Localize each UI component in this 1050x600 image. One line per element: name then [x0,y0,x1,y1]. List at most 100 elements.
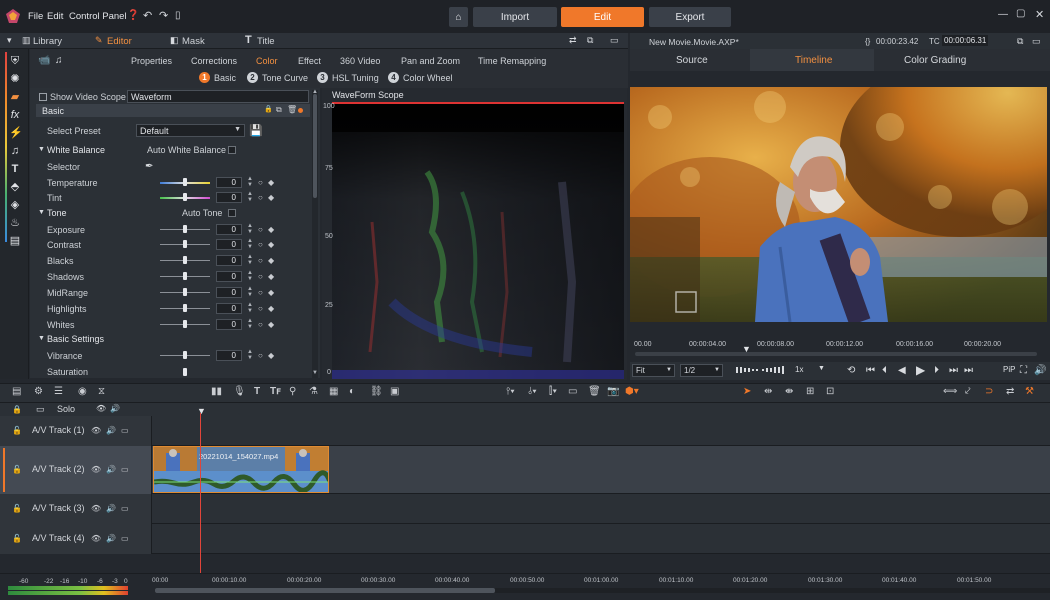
highlights-knob[interactable] [183,304,187,312]
temperature-knob[interactable] [183,178,187,186]
marker-tool-icon[interactable]: ⚲ [289,386,296,397]
magic-icon[interactable]: ⚒ [1025,386,1034,397]
menu-file[interactable]: File [28,11,43,22]
pointer-tool-icon[interactable]: ➤ [743,386,751,397]
edit-button[interactable]: Edit [561,7,644,27]
keyframe-icon[interactable]: ◆ [268,256,274,265]
collapse-icon[interactable]: ▾ [7,35,12,46]
track-monitor-icon[interactable]: ▭ [121,465,129,474]
keyframe-icon[interactable]: ◆ [268,351,274,360]
folder-icon[interactable]: ▭ [36,404,45,415]
snapshot-icon[interactable]: 📷 [607,386,619,397]
track-lock-icon[interactable]: 🔓 [12,465,22,474]
slip-tool-icon[interactable]: ⇹ [764,386,772,397]
storyboard-icon[interactable]: ▭ [568,386,577,397]
fullscreen-icon[interactable]: ⛶ [1020,365,1027,376]
whites-value[interactable]: 0 [216,319,242,330]
subtitle-tool-icon[interactable]: ▦ [329,386,338,397]
go-end-icon[interactable]: ⏭ [964,365,973,376]
fx-icon[interactable]: fx [9,109,21,121]
shadows-knob[interactable] [183,272,187,280]
swap-icon[interactable]: ⇄ [569,35,577,46]
scope-mode-select[interactable]: Waveform [127,90,309,103]
loop-icon[interactable]: ⟲ [847,365,855,376]
lock-icon[interactable]: 🔒 [264,105,273,113]
stepper-icon[interactable]: ▲ ▼ [247,349,253,361]
keyframe-icon[interactable]: ◆ [268,240,274,249]
pip-label[interactable]: PiP [1003,365,1015,374]
color-tool-icon[interactable]: ◐ [349,386,355,397]
subtab-color-wheel[interactable]: Color Wheel [403,73,453,83]
timeline-hscroll-thumb[interactable] [155,588,495,593]
video-clip[interactable]: 20221014_154027.mp4 [153,446,329,493]
keyframe-icon[interactable]: ◆ [268,178,274,187]
help-icon[interactable]: ❓ [127,10,139,21]
subtab-hsl-tuning[interactable]: HSL Tuning [332,73,379,83]
reset-icon[interactable]: ○ [258,225,263,234]
track-menu-icon[interactable]: ☰ [54,386,63,397]
track-visibility-icon[interactable]: 👁 [91,465,101,474]
contrast-knob[interactable] [183,240,187,248]
show-scope-checkbox[interactable] [39,93,47,101]
effects-icon[interactable]: ✺ [9,73,21,85]
popout-icon[interactable]: ⧉ [587,35,593,46]
menu-control-panel[interactable]: Control Panel [69,11,127,22]
reset-icon[interactable]: ○ [258,193,263,202]
reset-icon[interactable]: ○ [258,351,263,360]
forward-icon[interactable]: ⏭ [949,365,958,376]
trim-icon[interactable]: ⫿▾ [549,386,557,397]
track-lock-icon[interactable]: 🔓 [12,426,22,435]
collapse-white-balance-icon[interactable]: ▼ [38,146,45,153]
magnet-icon[interactable]: ⤦ [965,386,971,397]
stepper-icon[interactable]: ▲ ▼ [247,270,253,282]
vibrance-knob[interactable] [183,351,187,359]
subtab-tone-curve[interactable]: Tone Curve [262,73,308,83]
link-icon[interactable]: ⛓ [370,386,383,397]
keyframe-icon[interactable]: ◆ [268,272,274,281]
multicam-icon[interactable]: ▣ [390,386,399,397]
collapse-basic-settings-icon[interactable]: ▼ [38,335,45,342]
music-icon[interactable]: ♫ [9,145,21,157]
auto-tone-checkbox[interactable] [228,209,236,217]
tint-knob[interactable] [183,193,187,201]
preview-playhead-icon[interactable]: ▼ [742,344,751,354]
zoom-fit-icon[interactable]: ⟺ [943,386,957,397]
crop-tool-icon[interactable]: ⊞ [806,386,814,397]
roll-tool-icon[interactable]: ⇼ [785,386,793,397]
track-monitor-icon[interactable]: ▭ [121,534,129,543]
track-visibility-icon[interactable]: 👁 [91,426,101,435]
highlights-value[interactable]: 0 [216,303,242,314]
media-icon[interactable]: ⛨ [9,55,21,67]
subtab-basic[interactable]: Basic [214,73,236,83]
tab-library[interactable]: Library [33,36,62,47]
reset-icon[interactable]: ○ [258,256,263,265]
stepper-icon[interactable]: ▲ ▼ [247,223,253,235]
overlay-icon[interactable]: ⬘ [9,181,21,193]
document-icon[interactable]: ▯ [175,10,181,21]
audio-mixer-icon[interactable]: ▮▮ [211,386,222,397]
tab-source[interactable]: Source [676,55,708,66]
speed-value[interactable]: 1x [795,365,803,374]
visibility-all-icon[interactable]: 👁 [96,404,106,413]
tab-effect[interactable]: Effect [298,56,321,66]
save-preset-icon[interactable]: 💾 [249,124,263,137]
track-row[interactable] [0,494,1050,524]
tab-time-remapping[interactable]: Time Remapping [478,56,546,66]
preset-select[interactable]: Default ▼ [136,124,245,137]
panel-scrollbar[interactable] [312,90,318,378]
saturation-knob[interactable] [183,368,187,376]
video-preview[interactable] [630,87,1047,322]
reset-icon[interactable]: ○ [258,304,263,313]
blacks-knob[interactable] [183,256,187,264]
track-lock-icon[interactable]: 🔓 [12,534,22,543]
ripple-edit-icon[interactable]: ⊃ [985,386,993,397]
popout-preview-icon[interactable]: ⧉ [1017,36,1023,47]
tab-editor[interactable]: Editor [107,36,132,47]
track-lock-icon[interactable]: 🔓 [12,504,22,513]
motion-icon[interactable]: ♨ [9,217,21,229]
fit-select[interactable]: Fit ▼ [632,364,675,377]
layers-icon[interactable]: ◈ [9,199,21,211]
track-monitor-icon[interactable]: ▭ [121,504,129,513]
title-tool-icon[interactable]: T [254,386,260,397]
track-monitor-icon[interactable]: ▭ [121,426,129,435]
